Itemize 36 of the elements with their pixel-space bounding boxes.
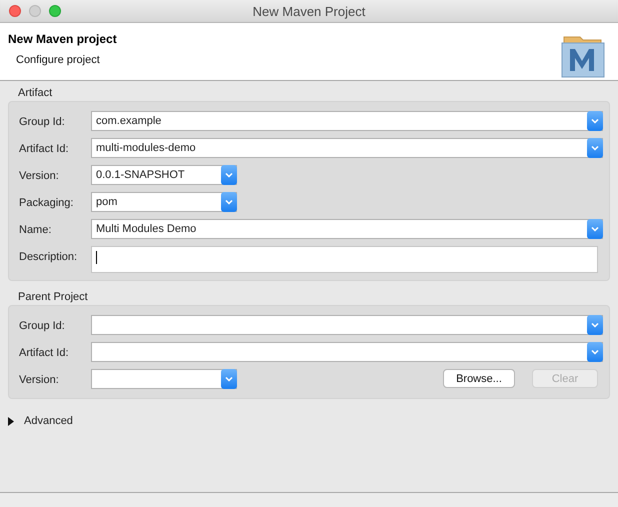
field-label: Group Id: [19, 319, 66, 334]
dropdown-icon[interactable] [587, 315, 603, 335]
description-field[interactable] [91, 246, 598, 273]
disclosure-triangle-icon[interactable] [8, 416, 14, 426]
page-title: New Maven project [8, 32, 117, 46]
combo-box[interactable] [91, 342, 603, 362]
combo-box[interactable]: multi-modules-demo [91, 138, 603, 158]
field-label: Group Id: [19, 115, 66, 130]
field-label: Artifact Id: [19, 346, 70, 361]
close-icon[interactable] [9, 5, 21, 17]
combo-box[interactable]: Multi Modules Demo [91, 219, 603, 239]
field-label: Version: [19, 169, 60, 184]
group-title: Parent Project [18, 291, 88, 303]
combo-box[interactable] [91, 369, 237, 389]
window-title: New Maven Project [252, 4, 366, 18]
field-label: Name: [19, 223, 52, 238]
field-label: Artifact Id: [19, 142, 70, 157]
dropdown-icon[interactable] [587, 111, 603, 131]
dropdown-icon[interactable] [221, 192, 237, 212]
combo-box[interactable]: 0.0.1-SNAPSHOT [91, 165, 237, 185]
dropdown-icon[interactable] [587, 342, 603, 362]
dropdown-icon[interactable] [587, 219, 603, 239]
dropdown-icon[interactable] [221, 369, 237, 389]
field-label: Description: [19, 250, 78, 265]
field-label: Packaging: [19, 196, 74, 211]
dropdown-icon[interactable] [221, 165, 237, 185]
combo-box[interactable]: pom [91, 192, 237, 212]
field-label: Version: [19, 373, 60, 388]
advanced-label[interactable]: Advanced [24, 415, 73, 427]
combo-box[interactable] [91, 315, 603, 335]
page-subtitle: Configure project [16, 54, 101, 66]
dropdown-icon[interactable] [587, 138, 603, 158]
zoom-icon[interactable] [49, 5, 61, 17]
dialog-button[interactable]: Browse... [443, 369, 515, 388]
group-title: Artifact [18, 87, 52, 99]
combo-box[interactable]: com.example [91, 111, 603, 131]
